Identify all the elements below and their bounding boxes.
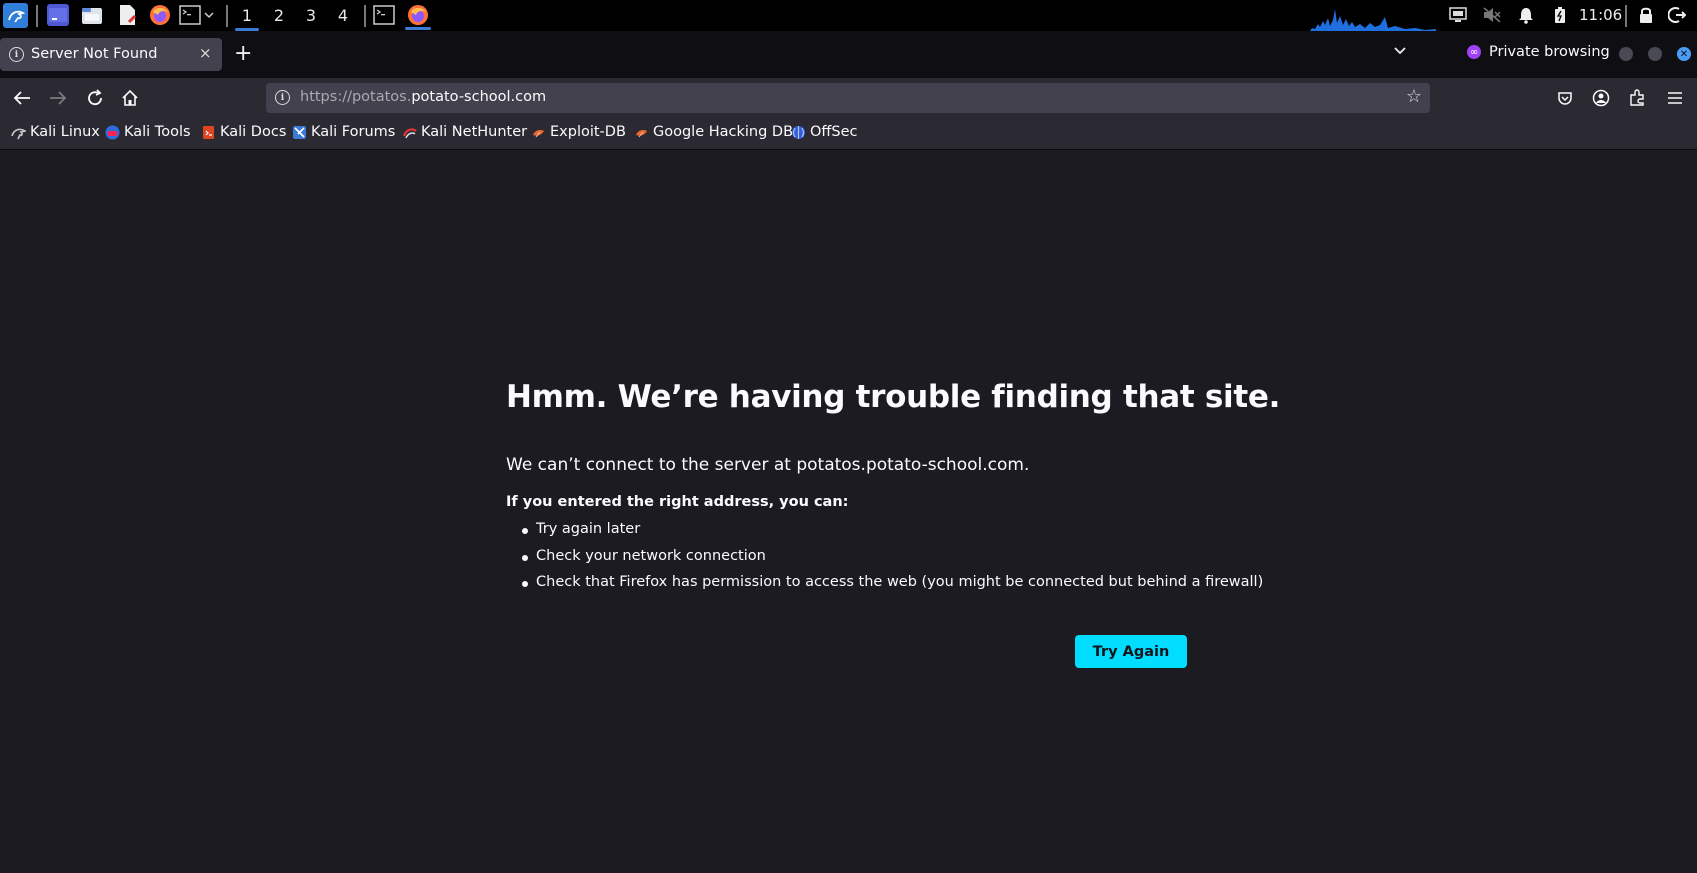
info-icon: i xyxy=(9,47,24,62)
error-page: Hmm. We’re having trouble finding that s… xyxy=(0,150,1697,873)
offsec-icon xyxy=(792,125,805,139)
tab-strip: i Server Not Found × xyxy=(0,31,1697,78)
terminal-launcher-icon[interactable] xyxy=(179,4,201,26)
battery-icon[interactable] xyxy=(1549,4,1571,26)
bookmark-label: OffSec xyxy=(810,124,858,140)
url-bar[interactable]: i https://potatos.potato-school.com ☆ xyxy=(266,83,1430,113)
bookmark-kali-linux[interactable]: Kali Linux xyxy=(11,124,100,140)
reload-button[interactable] xyxy=(83,86,107,110)
bookmark-kali-nethunter[interactable]: Kali NetHunter xyxy=(402,124,527,140)
taskbar-separator xyxy=(1625,5,1627,27)
volume-muted-icon[interactable] xyxy=(1481,4,1503,26)
back-button[interactable] xyxy=(10,86,34,110)
workspace-4[interactable]: 4 xyxy=(328,0,358,31)
workspace-2[interactable]: 2 xyxy=(264,0,294,31)
error-suggestions-list: Try again later Check your network conne… xyxy=(506,521,1263,601)
list-item: Check that Firefox has permission to acc… xyxy=(506,574,1263,601)
cpu-usage-graph xyxy=(1310,9,1436,31)
maximize-window-button[interactable] xyxy=(1648,47,1662,61)
bookmark-google-hacking-db[interactable]: Google Hacking DB xyxy=(634,124,793,140)
show-desktop-icon[interactable] xyxy=(47,4,69,26)
taskbar-separator xyxy=(226,5,228,27)
list-all-tabs-icon[interactable] xyxy=(1393,44,1407,58)
error-description: We can’t connect to the server at potato… xyxy=(506,455,1030,475)
forward-button[interactable] xyxy=(46,86,70,110)
navigation-toolbar: i https://potatos.potato-school.com ☆ xyxy=(0,78,1697,118)
bookmark-label: Kali Forums xyxy=(311,124,396,140)
kali-docs-icon xyxy=(203,125,214,139)
taskbar-separator xyxy=(364,5,366,27)
taskbar-clock[interactable]: 11:06 xyxy=(1579,6,1622,24)
private-browsing-label: Private browsing xyxy=(1489,44,1610,60)
bookmark-label: Kali Docs xyxy=(220,124,287,140)
error-suggestions-heading: If you entered the right address, you ca… xyxy=(506,494,849,510)
home-button[interactable] xyxy=(118,86,142,110)
exploit-db-icon xyxy=(533,129,544,137)
kali-forums-icon xyxy=(293,125,306,139)
private-mask-icon: ∞ xyxy=(1467,45,1481,59)
account-icon[interactable] xyxy=(1590,87,1612,109)
bookmark-label: Kali NetHunter xyxy=(421,124,528,140)
url-text[interactable]: https://potatos.potato-school.com xyxy=(300,89,546,105)
workspace-3[interactable]: 3 xyxy=(296,0,326,31)
kali-tools-icon xyxy=(105,125,120,139)
tab-close-icon[interactable]: × xyxy=(199,44,212,62)
tab-title: Server Not Found xyxy=(31,46,158,62)
url-prefix: https://potatos. xyxy=(300,89,412,105)
logout-icon[interactable] xyxy=(1666,4,1688,26)
site-info-icon[interactable]: i xyxy=(275,90,290,105)
system-taskbar: 1 2 3 4 11:06 xyxy=(0,0,1697,31)
nethunter-icon xyxy=(403,127,417,138)
file-manager-icon[interactable] xyxy=(81,4,103,26)
try-again-button[interactable]: Try Again xyxy=(1075,635,1187,668)
tab-server-not-found[interactable]: i Server Not Found × xyxy=(0,38,222,71)
bookmark-offsec[interactable]: OffSec xyxy=(791,124,858,140)
bookmark-star-icon[interactable]: ☆ xyxy=(1406,86,1422,107)
bookmark-kali-tools[interactable]: Kali Tools xyxy=(105,124,191,140)
error-title: Hmm. We’re having trouble finding that s… xyxy=(506,379,1281,415)
display-icon[interactable] xyxy=(1447,4,1469,26)
kali-dragon-icon xyxy=(11,128,26,139)
terminal-window-icon[interactable] xyxy=(373,4,395,26)
pocket-icon[interactable] xyxy=(1554,87,1576,109)
ghdb-icon xyxy=(636,129,647,137)
chevron-down-icon[interactable] xyxy=(202,4,216,26)
bookmark-label: Kali Linux xyxy=(30,124,100,140)
kali-menu-icon[interactable] xyxy=(3,3,28,28)
list-item: Check your network connection xyxy=(506,548,1263,575)
minimize-window-button[interactable] xyxy=(1619,47,1633,61)
close-window-button[interactable]: ✕ xyxy=(1677,47,1691,61)
lock-screen-icon[interactable] xyxy=(1635,4,1657,26)
firefox-window-icon[interactable] xyxy=(405,4,431,30)
bookmark-label: Kali Tools xyxy=(124,124,191,140)
list-item: Try again later xyxy=(506,521,1263,548)
notifications-bell-icon[interactable] xyxy=(1515,4,1537,26)
new-tab-button[interactable]: + xyxy=(234,41,252,66)
text-editor-icon[interactable] xyxy=(116,4,138,26)
extensions-icon[interactable] xyxy=(1626,87,1648,109)
bookmark-label: Google Hacking DB xyxy=(653,124,794,140)
url-domain: potato-school.com xyxy=(411,89,547,105)
firefox-launcher-icon[interactable] xyxy=(149,4,171,26)
bookmark-exploit-db[interactable]: Exploit-DB xyxy=(531,124,626,140)
app-menu-icon[interactable] xyxy=(1664,87,1686,109)
private-browsing-indicator: ∞ Private browsing xyxy=(1467,44,1610,60)
bookmark-label: Exploit-DB xyxy=(550,124,626,140)
workspace-1[interactable]: 1 xyxy=(232,0,262,31)
bookmark-kali-forums[interactable]: Kali Forums xyxy=(292,124,395,140)
bookmarks-toolbar: Kali Linux Kali Tools Kali Docs Kali For… xyxy=(0,118,1697,150)
bookmark-kali-docs[interactable]: Kali Docs xyxy=(201,124,286,140)
taskbar-separator xyxy=(36,5,38,27)
